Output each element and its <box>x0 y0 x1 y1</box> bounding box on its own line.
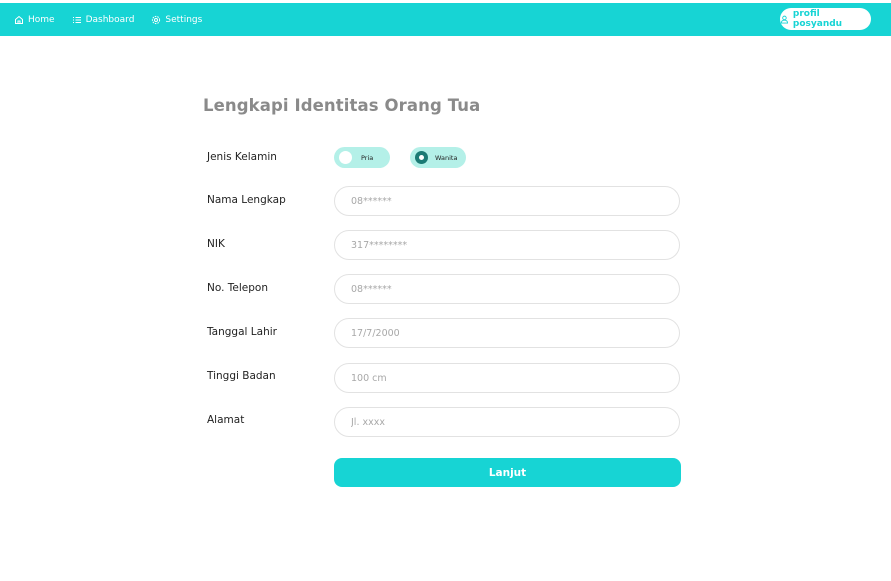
nik-input[interactable] <box>351 239 679 251</box>
address-input[interactable] <box>351 416 679 428</box>
gender-option-pria[interactable]: Pria <box>334 147 390 168</box>
gender-option-label: Wanita <box>435 153 458 162</box>
height-input[interactable] <box>351 372 679 384</box>
profile-button[interactable]: profil posyandu <box>780 8 871 30</box>
gear-icon <box>152 15 161 24</box>
phone-label: No. Telepon <box>207 282 268 294</box>
top-navbar: Home Dashboard Settings profil posyandu <box>0 3 891 36</box>
gender-label: Jenis Kelamin <box>207 151 277 163</box>
user-icon <box>780 15 789 24</box>
page-title: Lengkapi Identitas Orang Tua <box>203 96 481 115</box>
list-icon <box>72 16 81 23</box>
lanjut-button[interactable]: Lanjut <box>334 458 681 487</box>
gender-option-label: Pria <box>361 153 374 162</box>
nav-dashboard-label: Dashboard <box>85 14 135 25</box>
phone-input[interactable] <box>351 283 679 295</box>
radio-unselected-icon <box>339 151 352 164</box>
nav-links: Home Dashboard Settings <box>14 15 202 25</box>
nav-home-label: Home <box>28 14 55 25</box>
birth-date-label: Tanggal Lahir <box>207 326 277 338</box>
full-name-input[interactable] <box>351 195 679 207</box>
profile-label: profil posyandu <box>792 9 843 29</box>
height-field[interactable] <box>334 363 680 393</box>
home-icon <box>15 15 23 24</box>
radio-selected-icon <box>415 151 428 164</box>
nav-dashboard[interactable]: Dashboard <box>72 14 135 25</box>
full-name-field[interactable] <box>334 186 680 216</box>
height-label: Tinggi Badan <box>207 370 276 382</box>
phone-field[interactable] <box>334 274 680 304</box>
nav-settings[interactable]: Settings <box>151 15 202 25</box>
nik-field[interactable] <box>334 230 680 260</box>
birth-date-input[interactable] <box>351 327 679 339</box>
address-field[interactable] <box>334 407 680 437</box>
full-name-label: Nama Lengkap <box>207 194 286 206</box>
nik-label: NIK <box>207 238 225 250</box>
nav-home[interactable]: Home <box>14 15 55 25</box>
address-label: Alamat <box>207 414 245 426</box>
gender-option-wanita[interactable]: Wanita <box>410 147 466 168</box>
nav-settings-label: Settings <box>165 14 203 25</box>
birth-date-field[interactable] <box>334 318 680 348</box>
